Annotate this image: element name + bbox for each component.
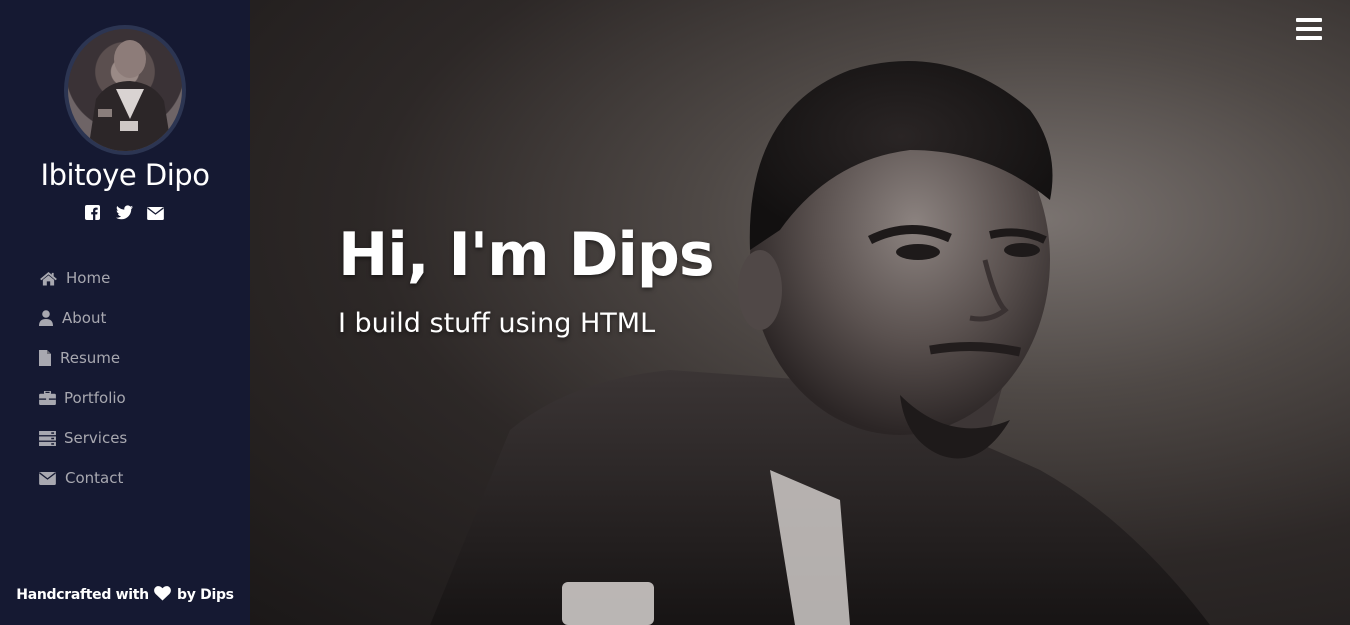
envelope-icon (39, 469, 58, 487)
hero-subtitle: I build stuff using HTML (338, 308, 656, 339)
hero-section: Hi, I'm Dips I build stuff using HTML (250, 0, 1350, 625)
envelope-icon[interactable] (147, 205, 165, 221)
sidebar-item-label: Portfolio (64, 389, 126, 407)
briefcase-icon (39, 389, 57, 407)
sidebar-item-label: Services (64, 429, 128, 447)
sidebar-nav: Home About Resume Portfolio Services Con… (39, 258, 127, 498)
sidebar-item-services[interactable]: Services (39, 418, 127, 458)
footer-prefix: Handcrafted with (16, 587, 149, 603)
footer-suffix: by Dips (177, 587, 234, 603)
heart-icon (154, 586, 172, 605)
sidebar-item-label: About (62, 309, 107, 327)
sidebar-item-portfolio[interactable]: Portfolio (39, 378, 127, 418)
sidebar-item-label: Resume (60, 349, 121, 367)
facebook-icon[interactable] (85, 205, 103, 221)
avatar (64, 25, 186, 155)
profile-name: Ibitoye Dipo (40, 158, 210, 192)
sidebar-item-label: Home (66, 269, 111, 287)
sidebar-item-label: Contact (65, 469, 124, 487)
server-icon (39, 429, 57, 447)
file-icon (39, 349, 53, 367)
twitter-icon[interactable] (116, 205, 134, 221)
hamburger-icon[interactable] (1296, 18, 1322, 44)
sidebar: Ibitoye Dipo Home About Resume Portfolio… (0, 0, 250, 625)
social-links (0, 205, 250, 221)
sidebar-item-about[interactable]: About (39, 298, 127, 338)
user-icon (39, 309, 55, 327)
hero-title: Hi, I'm Dips (338, 220, 715, 290)
sidebar-footer: Handcrafted with by Dips (0, 586, 250, 605)
sidebar-item-contact[interactable]: Contact (39, 458, 127, 498)
home-icon (39, 269, 59, 287)
sidebar-item-home[interactable]: Home (39, 258, 127, 298)
sidebar-item-resume[interactable]: Resume (39, 338, 127, 378)
